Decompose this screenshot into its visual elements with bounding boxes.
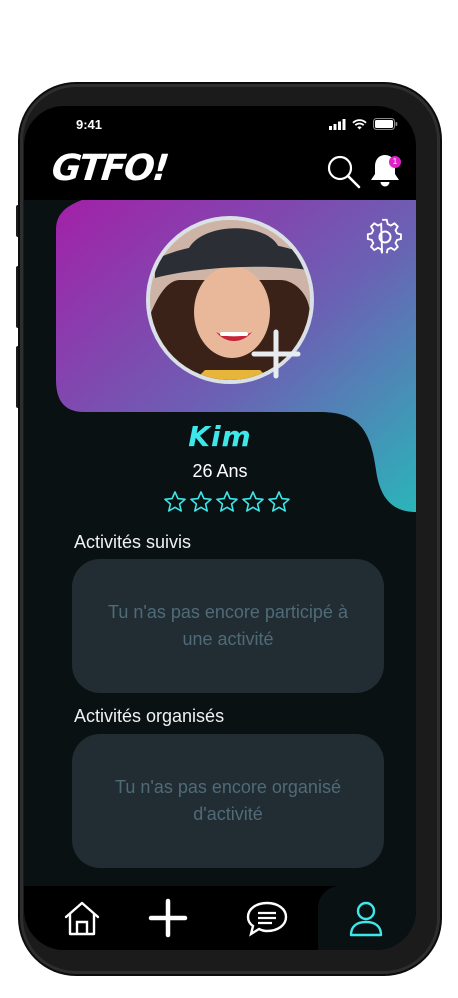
profile-age: 26 Ans: [192, 461, 248, 481]
organized-activities-card: Tu n'as pas encore organisé d'activité: [72, 734, 384, 868]
add-photo-plus-icon[interactable]: [250, 328, 302, 380]
tab-create-plus-icon[interactable]: [148, 898, 188, 938]
tab-profile-icon[interactable]: [346, 898, 386, 938]
cellular-signal-icon: [329, 118, 346, 130]
tab-home-icon[interactable]: [62, 898, 102, 938]
battery-icon: [373, 118, 398, 130]
settings-gear-icon[interactable]: [366, 218, 404, 256]
status-time: 9:41: [76, 117, 103, 132]
rating-star-icon[interactable]: [163, 490, 187, 514]
wifi-icon: [352, 118, 367, 129]
notification-badge: 1: [389, 156, 401, 168]
status-bar: 9:41: [24, 106, 416, 142]
app-screen: 9:41 GTFO! 1 Kim 26 Ans Activités suivis…: [24, 106, 416, 950]
rating-stars[interactable]: [163, 490, 291, 514]
search-icon[interactable]: [326, 154, 362, 190]
rating-star-icon[interactable]: [215, 490, 239, 514]
status-icons: [329, 118, 398, 130]
rating-star-icon[interactable]: [267, 490, 291, 514]
rating-star-icon[interactable]: [241, 490, 265, 514]
followed-activities-empty-message: Tu n'as pas encore participé à une activ…: [108, 602, 348, 649]
profile-name: Kim: [188, 420, 252, 453]
followed-activities-card: Tu n'as pas encore participé à une activ…: [72, 559, 384, 693]
tab-messages-chat-icon[interactable]: [244, 898, 290, 938]
rating-star-icon[interactable]: [189, 490, 213, 514]
app-header: GTFO! 1: [24, 142, 416, 200]
followed-activities-title: Activités suivis: [74, 532, 192, 552]
app-logo: GTFO!: [49, 148, 170, 189]
organized-activities-title: Activités organisés: [74, 706, 225, 726]
organized-activities-empty-message: Tu n'as pas encore organisé d'activité: [115, 777, 341, 824]
